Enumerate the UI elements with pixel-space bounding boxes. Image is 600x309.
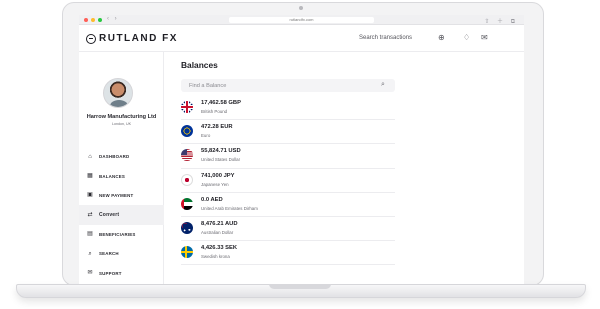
close-window-icon[interactable] <box>84 18 88 22</box>
currency-name: British Pound <box>201 109 228 114</box>
find-balance-input[interactable] <box>181 79 395 92</box>
balance-amount: 55,824.71 USD <box>201 148 241 155</box>
support-icon: ✉ <box>87 270 93 277</box>
balance-row[interactable]: 4,426.33 SEK Swedish krona <box>181 241 395 266</box>
sidebar-item-new-payment[interactable]: ▣ NEW PAYMENT <box>79 186 164 205</box>
balance-row[interactable]: 741,000 JPY Japanese Yen <box>181 169 395 193</box>
window-controls <box>84 18 102 22</box>
sidebar-item-label: Convert <box>99 211 120 218</box>
balance-amount: 741,000 JPY <box>201 172 235 179</box>
camera-icon <box>299 6 303 10</box>
sweden-flag-icon <box>181 246 193 259</box>
sidebar-item-label: SEARCH <box>99 251 119 257</box>
uk-flag-icon <box>181 101 193 113</box>
beneficiaries-icon: ▤ <box>87 231 93 238</box>
australia-flag-icon <box>181 221 193 234</box>
home-icon: ⌂ <box>88 153 92 160</box>
maximize-window-icon[interactable] <box>98 18 102 22</box>
sidebar-item-beneficiaries[interactable]: ▤ BENEFICIARIES <box>79 225 164 244</box>
sidebar-item-balances[interactable]: ▦ BALANCES <box>79 166 164 185</box>
sidebar-item-label: SUPPORT <box>99 270 122 276</box>
balance-amount: 8,476.21 AUD <box>201 220 238 227</box>
app-header: RUTLAND FX Search transactions ⊕ ♢ ✉ <box>79 25 524 52</box>
exchange-icon: ⇄ <box>87 211 93 218</box>
browser-nav-icons[interactable]: ‹ › <box>107 16 119 22</box>
page-title: Balances <box>181 60 218 70</box>
balance-row[interactable]: 472.28 EUR Euro <box>181 120 395 145</box>
currency-name: United States Dollar <box>201 157 241 163</box>
japan-flag-icon <box>181 173 193 186</box>
sidebar-item-search[interactable]: ⌕ SEARCH <box>79 244 164 263</box>
currency-name: United Arab Emirates Dirham <box>201 205 258 211</box>
company-location: London, UK <box>112 122 131 126</box>
browser-toolbar: ‹ › rutlandfx.com ⇧ ＋ ⧉ <box>79 15 524 25</box>
search-icon[interactable]: ⌕ <box>381 81 385 89</box>
bell-icon[interactable]: ♢ <box>463 33 470 43</box>
balance-amount: 4,426.33 SEK <box>201 245 238 252</box>
currency-name: Euro <box>201 133 211 139</box>
sidebar-item-support[interactable]: ✉ SUPPORT <box>79 263 164 282</box>
currency-name: Australian Dollar <box>201 229 234 235</box>
balance-amount: 0.0 AED <box>201 196 223 203</box>
search-zoom-icon[interactable]: ⊕ <box>438 33 445 43</box>
avatar[interactable] <box>103 78 133 108</box>
search-icon: ⌕ <box>88 250 92 257</box>
mail-icon[interactable]: ✉ <box>481 33 488 43</box>
balance-row[interactable]: 0.0 AED United Arab Emirates Dirham <box>181 193 395 217</box>
company-name: Harrow Manufacturing Ltd <box>86 114 157 120</box>
currency-name: Swedish krona <box>201 254 230 260</box>
brand-logo-icon <box>86 33 96 44</box>
balance-amount: 472.28 EUR <box>201 124 233 131</box>
laptop-screen: ‹ › rutlandfx.com ⇧ ＋ ⧉ RUTLAND FX Searc… <box>79 15 524 284</box>
sidebar-item-label: DASHBOARD <box>99 154 130 160</box>
balance-row[interactable]: 8,476.21 AUD Australian Dollar <box>181 217 395 242</box>
balance-row[interactable]: 55,824.71 USD United States Dollar <box>181 144 395 169</box>
sidebar-item-label: BENEFICIARIES <box>99 231 136 237</box>
brand-name: RUTLAND FX <box>99 33 178 44</box>
balance-amount: 17,462.58 GBP <box>201 100 241 106</box>
brand-logo[interactable]: RUTLAND FX <box>86 33 178 44</box>
uae-flag-icon <box>181 197 193 210</box>
currency-name: Japanese Yen <box>201 181 229 187</box>
sidebar-item-label: NEW PAYMENT <box>99 192 134 198</box>
payment-icon: ▣ <box>87 192 93 199</box>
main-content: Balances ⌕ 17,462.58 GBP British Pound 4… <box>165 52 524 284</box>
address-bar[interactable]: rutlandfx.com <box>229 17 374 23</box>
minimize-window-icon[interactable] <box>91 18 95 22</box>
sidebar-item-label: BALANCES <box>99 173 125 179</box>
laptop-notch <box>269 284 331 289</box>
search-transactions-label[interactable]: Search transactions <box>359 35 412 41</box>
eu-flag-icon <box>181 125 193 138</box>
calculator-icon: ▦ <box>87 173 93 180</box>
balance-row[interactable]: 17,462.58 GBP British Pound <box>181 96 395 121</box>
sidebar-menu: ⌂ DASHBOARD ▦ BALANCES ▣ NEW PAYMENT ⇄ C… <box>79 147 164 283</box>
us-flag-icon <box>181 149 193 162</box>
sidebar-item-dashboard[interactable]: ⌂ DASHBOARD <box>79 147 164 166</box>
sidebar: Harrow Manufacturing Ltd London, UK ⌂ DA… <box>79 52 164 284</box>
balance-list: 17,462.58 GBP British Pound 472.28 EUR E… <box>181 96 395 266</box>
sidebar-item-convert[interactable]: ⇄ Convert <box>79 205 164 225</box>
